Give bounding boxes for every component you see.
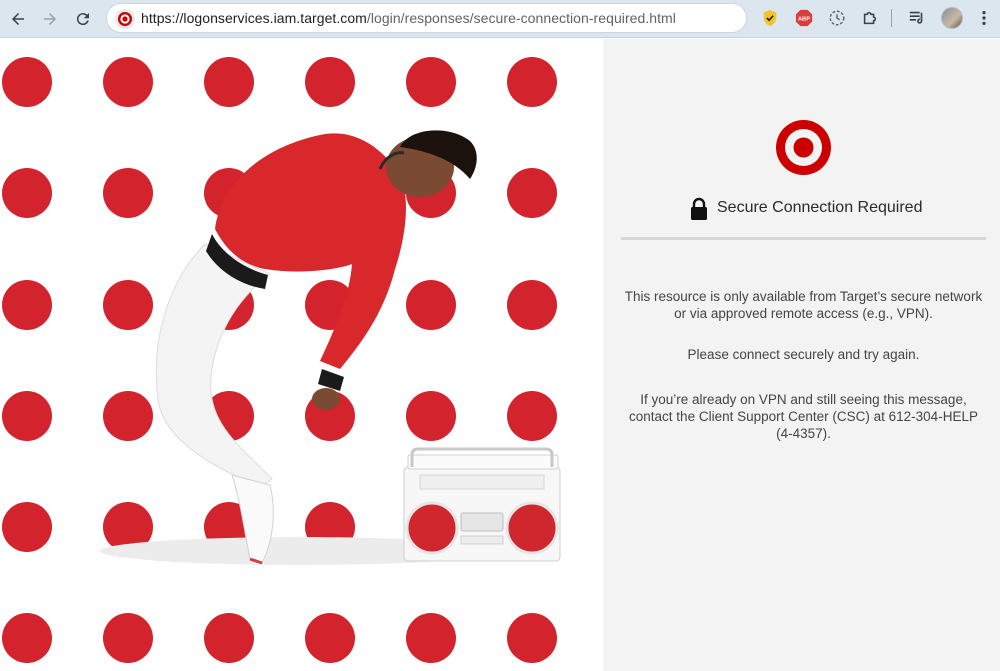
polka-dot xyxy=(507,613,557,663)
polka-dot xyxy=(406,613,456,663)
lock-icon xyxy=(691,197,707,220)
url-path: /login/responses/secure-connection-requi… xyxy=(366,10,676,26)
polka-dot xyxy=(103,57,153,107)
norton-shield-icon[interactable] xyxy=(760,8,780,28)
adblock-icon[interactable]: ABP xyxy=(794,8,814,28)
profile-avatar[interactable] xyxy=(941,7,963,29)
polka-dot xyxy=(507,168,557,218)
polka-dot xyxy=(2,391,52,441)
message-connect: Please connect securely and try again. xyxy=(687,347,920,362)
hero-image xyxy=(0,39,603,671)
boombox xyxy=(403,447,561,562)
back-button[interactable] xyxy=(6,7,30,31)
polka-dot xyxy=(507,57,557,107)
polka-dot xyxy=(103,613,153,663)
url-text[interactable]: https://logonservices.iam.target.com/log… xyxy=(141,10,676,26)
url-host: https://logonservices.iam.target.com xyxy=(141,10,367,26)
heading-row: Secure Connection Required xyxy=(603,197,1000,223)
reload-button[interactable] xyxy=(71,7,95,31)
polka-dot xyxy=(305,613,355,663)
polka-dot xyxy=(2,168,52,218)
page-title: Secure Connection Required xyxy=(717,199,923,216)
arrow-right-icon xyxy=(44,13,56,25)
adblock-label: ABP xyxy=(798,17,810,23)
divider xyxy=(621,237,986,240)
kebab-menu-icon[interactable] xyxy=(974,8,994,28)
polka-dot xyxy=(204,57,254,107)
polka-dot xyxy=(406,57,456,107)
reload-icon xyxy=(76,13,89,26)
message-panel: Secure Connection Required This resource… xyxy=(603,39,1000,671)
polka-dot xyxy=(103,391,153,441)
polka-dot xyxy=(2,613,52,663)
polka-dot xyxy=(2,280,52,330)
polka-dot xyxy=(204,613,254,663)
message-support: If you’re already on VPN and still seein… xyxy=(629,392,978,441)
polka-dot-illustration xyxy=(2,57,561,663)
polka-dot xyxy=(2,57,52,107)
address-bar[interactable]: https://logonservices.iam.target.com/log… xyxy=(106,3,747,33)
polka-dot xyxy=(305,57,355,107)
forward-button[interactable] xyxy=(38,7,62,31)
browser-toolbar: https://logonservices.iam.target.com/log… xyxy=(0,0,1000,38)
target-bullseye-logo xyxy=(776,120,831,175)
sync-icon[interactable] xyxy=(827,8,847,28)
target-favicon-icon xyxy=(115,9,135,29)
polka-dot xyxy=(103,168,153,218)
polka-dot xyxy=(507,391,557,441)
puzzle-icon[interactable] xyxy=(860,8,880,28)
arrow-left-icon xyxy=(12,13,24,25)
polka-dot xyxy=(507,280,557,330)
media-queue-icon[interactable] xyxy=(907,8,927,28)
polka-dot xyxy=(2,502,52,552)
toolbar-divider xyxy=(891,9,892,27)
polka-dot xyxy=(406,391,456,441)
polka-dot xyxy=(406,280,456,330)
message-availability: This resource is only available from Tar… xyxy=(624,289,983,321)
polka-dot xyxy=(103,280,153,330)
